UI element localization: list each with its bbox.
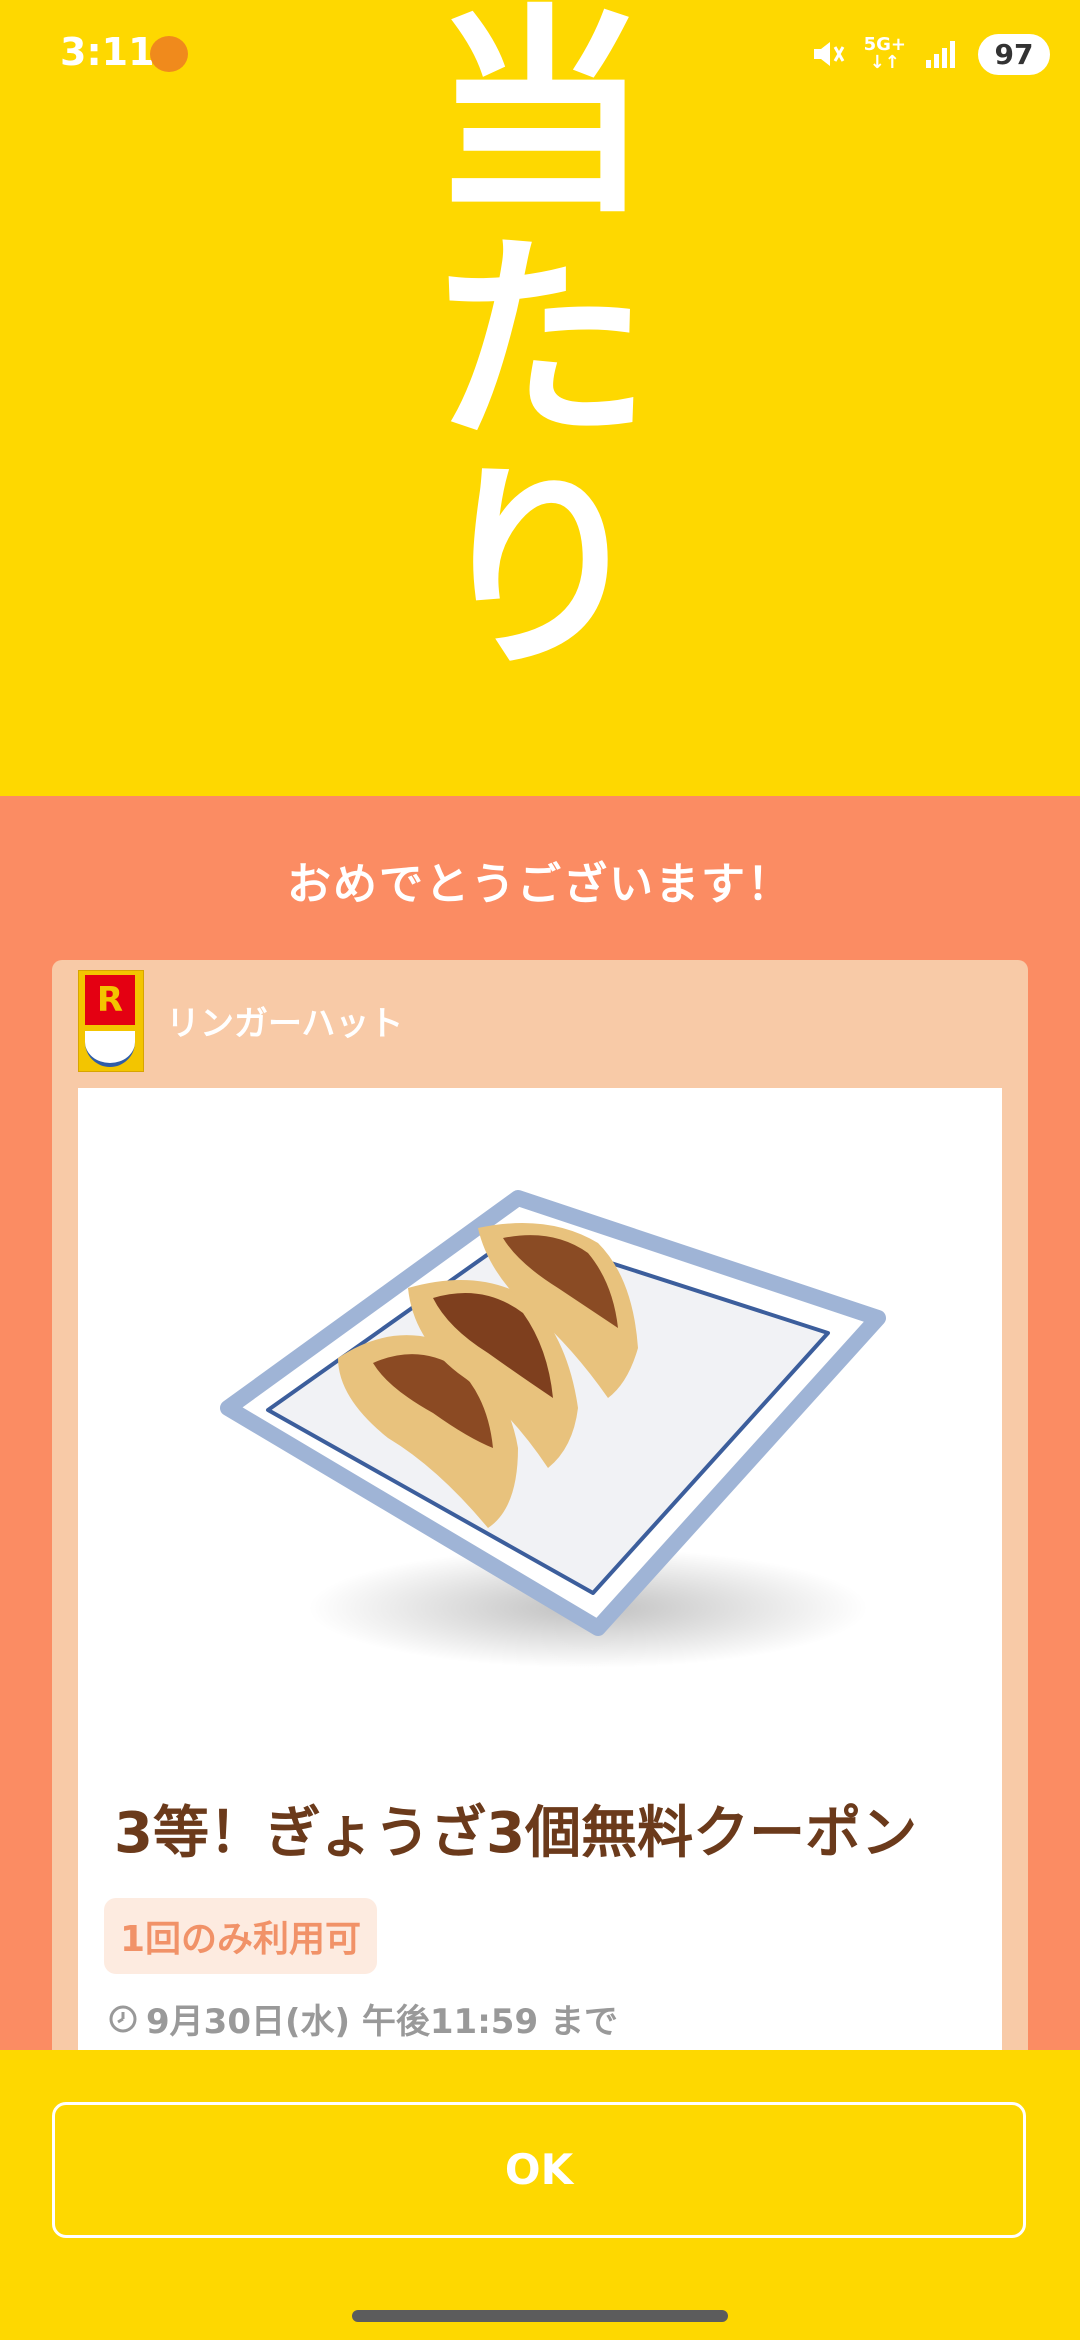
congrats-message: おめでとうございます！ — [287, 859, 793, 910]
ramen-bowl-icon — [85, 1031, 135, 1067]
brand-logo: R — [78, 970, 144, 1072]
expiry-row: 9月30日(水) 午後11:59 まで — [108, 1994, 618, 2043]
bottom-bar: OK — [0, 2050, 1080, 2340]
mute-icon — [813, 42, 844, 66]
signal-icon — [926, 41, 955, 68]
expiry-text: 9月30日(水) 午後11:59 まで — [146, 2002, 618, 2042]
app-notification-icon — [150, 36, 188, 72]
coupon-section: おめでとうございます！ R リンガーハット 3等！ぎょうざ3個無料クーポン 1回… — [0, 796, 1080, 2050]
coupon-card: R リンガーハット 3等！ぎょうざ3個無料クーポン 1回のみ利用可 9月30日(… — [52, 960, 1028, 2050]
data-arrows-icon: ↓↑ — [869, 52, 900, 73]
network-indicator: 5G+ ↓↑ — [864, 36, 906, 72]
battery-indicator: 97 — [978, 33, 1050, 75]
clock-icon — [109, 2005, 137, 2032]
coupon-title: 3等！ぎょうざ3個無料クーポン — [114, 1801, 918, 1866]
hero-char-3: り — [429, 442, 650, 698]
brand-logo-mark: R — [85, 975, 135, 1025]
status-right-group: 5G+ ↓↑ 97 — [810, 30, 1050, 78]
status-time: 3:11 — [60, 30, 155, 74]
ok-button[interactable]: OK — [52, 2102, 1026, 2238]
home-indicator[interactable] — [352, 2310, 728, 2322]
usage-badge: 1回のみ利用可 — [104, 1898, 378, 1974]
brand-name: リンガーハット — [166, 1004, 404, 1044]
hero-char-2: た — [429, 214, 650, 470]
hero-char-1: 当 — [429, 0, 650, 242]
coupon-body: 3等！ぎょうざ3個無料クーポン 1回のみ利用可 9月30日(水) 午後11:59… — [78, 1088, 1002, 2050]
hero-title: 当 た り — [410, 0, 670, 684]
gyoza-plate-image — [220, 1190, 886, 1668]
header-banner: 3:11 5G+ ↓↑ 97 当 た り — [0, 0, 1080, 796]
